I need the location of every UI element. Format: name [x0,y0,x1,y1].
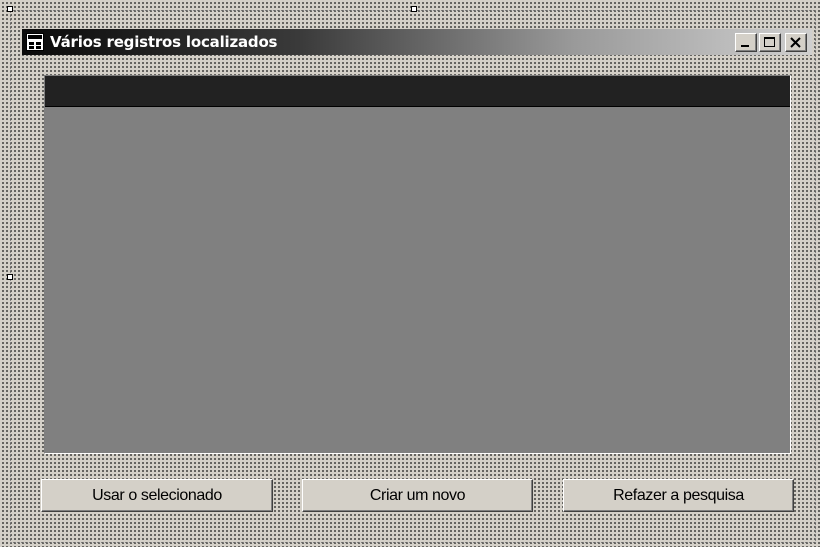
minimize-button[interactable] [735,33,757,52]
maximize-button[interactable] [759,33,781,52]
results-grid[interactable] [44,75,791,454]
window-title: Vários registros localizados [50,33,278,51]
minimize-icon [741,45,749,47]
close-icon [790,37,801,48]
maximize-icon [764,37,775,47]
form-icon [26,33,44,51]
title-bar[interactable]: Vários registros localizados [22,29,812,55]
grid-header [45,76,790,107]
use-selected-button[interactable]: Usar o selecionado [41,479,273,512]
create-new-button[interactable]: Criar um novo [302,479,533,512]
resize-handle-top-center[interactable] [411,6,417,12]
resize-handle-middle-left[interactable] [7,274,13,280]
redo-search-button[interactable]: Refazer a pesquisa [563,479,794,512]
resize-handle-top-left[interactable] [7,6,13,12]
close-button[interactable] [785,33,807,52]
designer-canvas: Vários registros localizados Usar o sele… [0,0,820,547]
